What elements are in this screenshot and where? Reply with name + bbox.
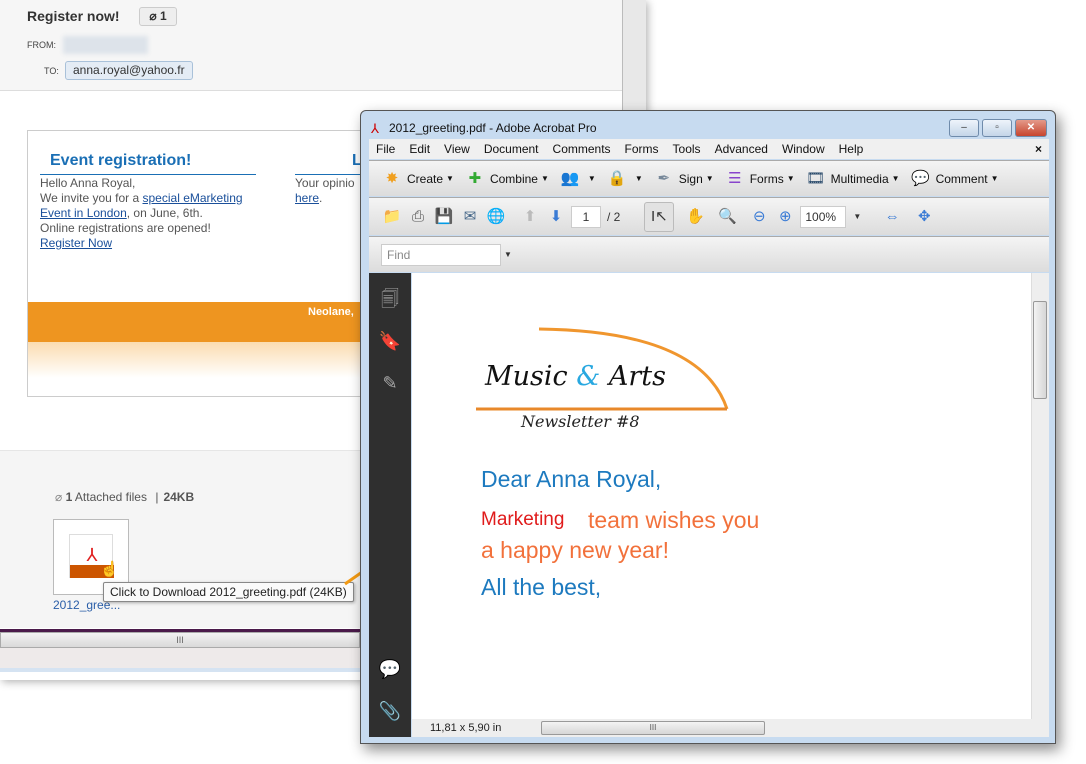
combine-icon: ✚ [468, 169, 482, 187]
menu-file[interactable]: File [369, 142, 402, 156]
close-button[interactable]: ✕ [1015, 119, 1047, 137]
menu-advanced[interactable]: Advanced [708, 142, 775, 156]
forms-icon: ☰ [727, 169, 742, 187]
sign-button[interactable]: ✒ Sign ▼ [653, 168, 713, 190]
zoom-level-input[interactable]: 100% [800, 205, 847, 228]
web-upload-icon[interactable]: 🌐 [485, 206, 507, 228]
forms-label: Forms [749, 171, 784, 186]
closing-text: All the best, [481, 574, 602, 600]
newsletter-subtitle: Newsletter #8 [521, 412, 640, 431]
logo-amp: & [576, 361, 601, 392]
find-input[interactable]: Find [381, 243, 501, 266]
marketing-text: Marketing [481, 509, 565, 530]
vertical-scroll-thumb[interactable] [1033, 301, 1047, 399]
pen-icon: ✒ [657, 169, 671, 187]
menu-forms[interactable]: Forms [618, 142, 666, 156]
pdf-app-icon: ⅄ [371, 121, 379, 136]
zoom-dropdown-icon[interactable]: ▼ [853, 212, 861, 221]
acrobat-window: ⅄ 2012_greeting.pdf - Adobe Acrobat Pro … [360, 110, 1056, 744]
combine-label: Combine [489, 171, 538, 186]
menu-document[interactable]: Document [477, 142, 546, 156]
fit-width-icon[interactable]: ⇔ [881, 206, 903, 228]
menu-window[interactable]: Window [775, 142, 832, 156]
next-page-icon[interactable]: ⬇ [545, 206, 567, 228]
menu-help[interactable]: Help [832, 142, 871, 156]
menu-edit[interactable]: Edit [402, 142, 437, 156]
comment-button[interactable]: 💬 Comment ▼ [910, 168, 998, 190]
zoom-in-icon[interactable]: ⊕ [774, 206, 796, 228]
newsletter-logo: Music & Arts [485, 361, 666, 392]
greeting: Dear Anna Royal, [481, 466, 662, 492]
close-document-button[interactable]: × [1028, 142, 1049, 156]
new-year-text: a happy new year! [481, 537, 669, 563]
horizontal-scroll-thumb[interactable]: III [541, 721, 765, 735]
find-dropdown-icon[interactable]: ▼ [504, 250, 512, 259]
combine-button[interactable]: ✚ Combine ▼ [464, 168, 549, 190]
email-icon[interactable]: ✉ [459, 206, 481, 228]
lock-icon: 🔒 [607, 169, 627, 187]
create-icon: ✸ [385, 169, 399, 187]
forms-button[interactable]: ☰ Forms ▼ [724, 168, 795, 190]
logo-arts: Arts [600, 361, 666, 392]
open-folder-icon[interactable]: 📁 [381, 206, 403, 228]
menu-bar: File Edit View Document Comments Forms T… [369, 139, 1049, 159]
maximize-button[interactable]: ▫ [982, 119, 1012, 137]
menu-tools[interactable]: Tools [666, 142, 708, 156]
file-toolbar: 📁 ⎙ 💾 ✉ 🌐 ⬆ ⬇ 1 / 2 I↖ ✋ 🔍 ⊖ ⊕ 100% ▼ ⇔ … [369, 197, 1049, 235]
print-icon[interactable]: ⎙ [407, 206, 429, 228]
page-total: / 2 [607, 209, 621, 224]
multimedia-icon: 🎞 [806, 169, 826, 187]
window-title: 2012_greeting.pdf - Adobe Acrobat Pro [389, 121, 597, 135]
sign-label: Sign [678, 171, 703, 186]
menu-view[interactable]: View [437, 142, 477, 156]
page-dimensions: 11,81 x 5,90 in [430, 722, 502, 734]
collaborate-button[interactable]: 👥 ▼ [559, 168, 596, 190]
attachments-icon[interactable]: 📎 [369, 701, 411, 722]
page-number-input[interactable]: 1 [571, 205, 601, 228]
secure-button[interactable]: 🔒 ▼ [606, 168, 642, 190]
create-label: Create [407, 171, 444, 186]
wishes-text: team wishes you [588, 507, 760, 533]
comment-label: Comment [935, 171, 988, 186]
find-toolbar: Find ▼ [369, 236, 1049, 272]
multimedia-button[interactable]: 🎞 Multimedia ▼ [805, 168, 899, 190]
zoom-out-icon[interactable]: ⊖ [748, 206, 770, 228]
hand-tool-icon[interactable]: ✋ [684, 206, 706, 228]
bookmarks-icon[interactable]: 🔖 [369, 331, 411, 352]
comment-icon: 💬 [911, 169, 930, 187]
signatures-icon[interactable]: ✎ [369, 373, 411, 394]
fit-page-icon[interactable]: ✥ [913, 206, 935, 228]
marquee-zoom-icon[interactable]: 🔍 [716, 206, 738, 228]
multimedia-label: Multimedia [830, 171, 889, 186]
collaborate-icon: 👥 [560, 169, 580, 187]
minimize-button[interactable]: – [949, 119, 979, 137]
comments-icon[interactable]: 💬 [369, 659, 411, 680]
create-button[interactable]: ✸ Create ▼ [381, 168, 454, 190]
previous-page-icon[interactable]: ⬆ [519, 206, 541, 228]
menu-comments[interactable]: Comments [546, 142, 618, 156]
tasks-toolbar: ✸ Create ▼ ✚ Combine ▼ 👥 ▼ 🔒 ▼ ✒ Sign ▼ ☰ Forms ▼ … [369, 160, 1049, 196]
save-icon[interactable]: 💾 [433, 206, 455, 228]
pages-icon[interactable]: 🗐 [369, 287, 411, 317]
select-tool-icon[interactable]: I↖ [644, 201, 675, 232]
logo-music: Music [485, 361, 577, 392]
